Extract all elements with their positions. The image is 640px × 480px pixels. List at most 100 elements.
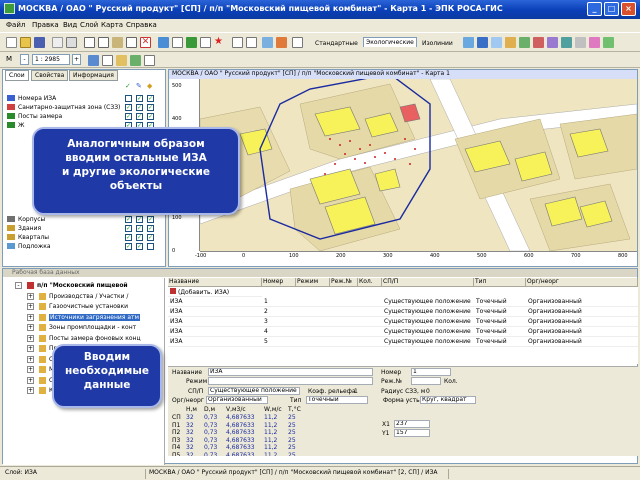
param-value[interactable]: 4,687633: [226, 429, 255, 436]
table-cell[interactable]: 2: [262, 308, 296, 317]
eco-tool-6-icon[interactable]: [533, 37, 544, 48]
layers-icon[interactable]: [116, 55, 127, 66]
param-value[interactable]: 32: [186, 452, 194, 457]
column-header[interactable]: Тип: [474, 278, 526, 287]
eco-tool-3-icon[interactable]: [491, 37, 502, 48]
format-icon[interactable]: [126, 37, 137, 48]
tree-item[interactable]: + Источники загрязнения атм: [3, 313, 164, 322]
tab-properties[interactable]: Свойства: [31, 70, 69, 81]
menu-layer[interactable]: Слой: [80, 21, 98, 29]
table-cell[interactable]: 3: [262, 318, 296, 327]
table-cell[interactable]: [358, 338, 382, 347]
measure-icon[interactable]: [200, 37, 211, 48]
add-row-button[interactable]: (Добавить. ИЗА): [168, 288, 262, 297]
layer-checkbox[interactable]: [147, 243, 154, 250]
layer-row[interactable]: Здания ✓ ✓ ✓: [7, 224, 165, 233]
expand-toggle[interactable]: +: [27, 313, 34, 321]
column-header[interactable]: Номер: [262, 278, 296, 287]
select-icon[interactable]: [186, 37, 197, 48]
expand-toggle[interactable]: -: [15, 282, 22, 289]
table-cell[interactable]: [330, 328, 358, 337]
layer-checkbox[interactable]: ✓: [136, 113, 143, 120]
layer-checkbox[interactable]: ✓: [125, 113, 132, 120]
table-cell[interactable]: 1: [262, 298, 296, 307]
layer-checkbox[interactable]: ✓: [136, 234, 143, 241]
param-value[interactable]: 32: [186, 437, 194, 444]
param-value[interactable]: 11,2: [264, 437, 277, 444]
table-cell[interactable]: Точечный: [474, 298, 526, 307]
param-value[interactable]: 4,687633: [226, 437, 255, 444]
tree-item[interactable]: + Посты замера фоновых конц: [3, 334, 164, 343]
table-cell[interactable]: [358, 298, 382, 307]
table-cell[interactable]: [296, 298, 330, 307]
table-cell[interactable]: [330, 338, 358, 347]
eco-tool-2-icon[interactable]: [477, 37, 488, 48]
table-cell[interactable]: [296, 308, 330, 317]
paste-icon[interactable]: [112, 37, 123, 48]
eco-tool-10-icon[interactable]: [589, 37, 600, 48]
mode-field[interactable]: [208, 377, 373, 385]
table-cell[interactable]: 4: [262, 328, 296, 337]
table-cell[interactable]: ИЗА: [168, 298, 262, 307]
open-folder-icon[interactable]: [20, 37, 31, 48]
param-value[interactable]: 0,73: [204, 452, 217, 457]
eco-tool-9-icon[interactable]: [575, 37, 586, 48]
menu-help[interactable]: Справка: [126, 21, 157, 29]
refresh-icon[interactable]: [88, 55, 99, 66]
org-select[interactable]: Организованный: [206, 396, 268, 404]
expand-toggle[interactable]: +: [27, 345, 34, 352]
param-value[interactable]: 4,687633: [226, 452, 255, 457]
param-value[interactable]: 11,2: [264, 444, 277, 451]
grid-icon[interactable]: [102, 55, 113, 66]
param-value[interactable]: 0,73: [204, 429, 217, 436]
layer-checkbox[interactable]: ✓: [125, 216, 132, 223]
layer-checkbox[interactable]: ✓: [147, 234, 154, 241]
layer-checkbox[interactable]: ✓: [125, 225, 132, 232]
mode-no-field[interactable]: [411, 377, 441, 385]
param-value[interactable]: 32: [186, 414, 194, 421]
layer-checkbox[interactable]: ✓: [147, 113, 154, 120]
tab-isolines[interactable]: Изолинии: [420, 39, 455, 48]
layer-checkbox[interactable]: ✓: [136, 216, 143, 223]
expand-toggle[interactable]: +: [27, 387, 34, 394]
tab-layers[interactable]: Слои: [5, 70, 29, 81]
param-value[interactable]: 0,73: [204, 437, 217, 444]
param-value[interactable]: 4,687633: [226, 444, 255, 451]
expand-toggle[interactable]: +: [27, 334, 34, 342]
table-cell[interactable]: Точечный: [474, 308, 526, 317]
expand-toggle[interactable]: +: [27, 355, 34, 363]
layer-checkbox[interactable]: ✓: [147, 104, 154, 111]
menu-edit[interactable]: Правка: [32, 21, 59, 29]
zoom-in-button[interactable]: +: [72, 54, 81, 65]
column-header[interactable]: Название: [168, 278, 262, 287]
layer-checkbox[interactable]: ✓: [147, 95, 154, 102]
layer-row[interactable]: Подложка ✓ ✓: [7, 242, 165, 251]
expand-toggle[interactable]: +: [27, 324, 34, 331]
layer-row[interactable]: Номера ИЗА ✓ ✓: [7, 94, 165, 103]
table-cell[interactable]: Организованный: [526, 298, 638, 307]
edit-icon[interactable]: [172, 37, 183, 48]
table-cell[interactable]: [358, 308, 382, 317]
table-cell[interactable]: [296, 338, 330, 347]
menu-map[interactable]: Карта: [101, 21, 123, 29]
table-cell[interactable]: Точечный: [474, 328, 526, 337]
eco-tool-11-icon[interactable]: [603, 37, 614, 48]
print-icon[interactable]: [52, 37, 63, 48]
layer-row[interactable]: Санитарно-защитная зона (СЗЗ) ✓ ✓ ✓: [7, 103, 165, 112]
preview-icon[interactable]: [66, 37, 77, 48]
zoom-extent-icon[interactable]: [276, 37, 287, 48]
name-field[interactable]: ИЗА: [208, 368, 373, 376]
legend-icon[interactable]: [130, 55, 141, 66]
table-cell[interactable]: Существующее положение: [382, 308, 474, 317]
layer-checkbox[interactable]: ✓: [136, 95, 143, 102]
table-cell[interactable]: Организованный: [526, 318, 638, 327]
zoom-icon[interactable]: [292, 37, 303, 48]
expand-toggle[interactable]: +: [27, 366, 34, 373]
x1-field[interactable]: 237: [394, 420, 430, 428]
layer-checkbox[interactable]: ✓: [136, 243, 143, 250]
layer-checkbox[interactable]: [125, 95, 132, 102]
rotate-icon[interactable]: [262, 37, 273, 48]
param-value[interactable]: 25: [288, 452, 296, 457]
copy-icon[interactable]: [98, 37, 109, 48]
save-icon[interactable]: [34, 37, 45, 48]
